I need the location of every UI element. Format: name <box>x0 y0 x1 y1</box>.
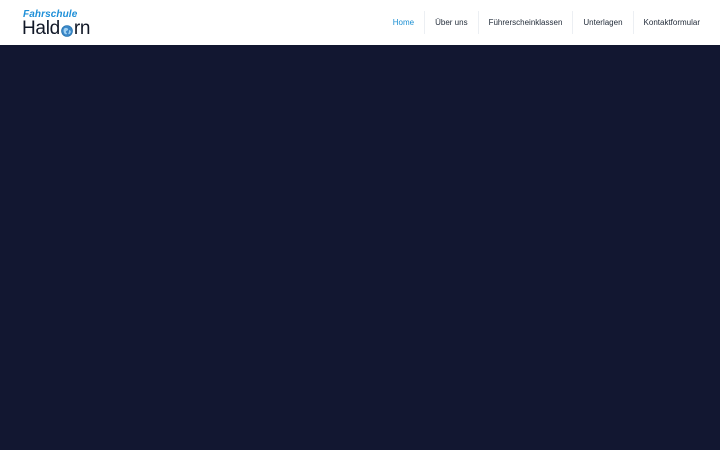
brand-logo-bottom-text-end: rn <box>73 18 91 39</box>
nav-item-kontaktformular[interactable]: Kontaktformular <box>634 0 710 45</box>
brand-logo-bottom: Hald rn <box>22 19 90 39</box>
nav-item-unterlagen[interactable]: Unterlagen <box>573 0 632 45</box>
page: Fahrschule Hald rn Home Über uns Führers… <box>0 0 720 450</box>
main-navigation: Home Über uns Führerscheinklassen Unterl… <box>383 0 710 45</box>
nav-item-ueber-uns[interactable]: Über uns <box>425 0 477 45</box>
nav-item-home[interactable]: Home <box>383 0 424 45</box>
brand-logo-bottom-text-start: Hald <box>22 18 60 39</box>
site-header: Fahrschule Hald rn Home Über uns Führers… <box>0 0 720 45</box>
hero-section <box>0 45 720 450</box>
brand-logo[interactable]: Fahrschule Hald rn <box>22 9 98 39</box>
nav-item-fuehrerscheinklassen[interactable]: Führerscheinklassen <box>479 0 573 45</box>
globe-icon <box>61 24 73 37</box>
